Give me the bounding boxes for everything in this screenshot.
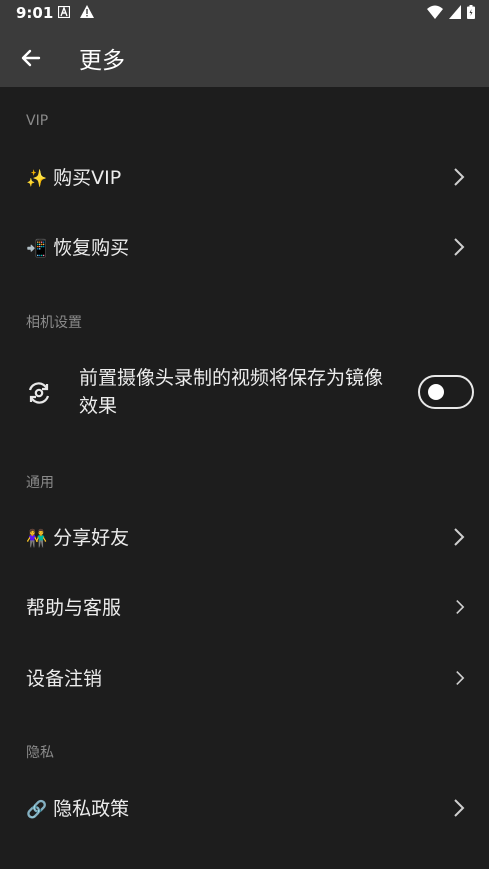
sparkles-icon: ✨	[26, 169, 48, 189]
chevron-right-icon	[454, 238, 465, 256]
privacy-policy-label: 🔗 隐私政策	[26, 798, 130, 820]
back-arrow-icon[interactable]	[18, 45, 44, 71]
help-support-row[interactable]: 帮助与客服	[0, 577, 489, 637]
chevron-right-icon	[454, 799, 465, 817]
page-title: 更多	[79, 48, 125, 74]
chevron-right-icon	[456, 671, 465, 685]
section-label-vip: VIP	[26, 113, 49, 129]
notification-a-icon	[58, 5, 70, 18]
phone-arrow-icon: 📲	[26, 239, 48, 259]
camera-mirror-row: 前置摄像头录制的视频将保存为镜像效果	[0, 354, 489, 434]
status-bar: 9:01	[0, 0, 489, 28]
section-label-general: 通用	[26, 475, 54, 491]
device-deregister-label: 设备注销	[26, 668, 103, 690]
link-icon: 🔗	[26, 800, 48, 820]
chevron-right-icon	[456, 600, 465, 614]
status-time: 9:01	[16, 4, 54, 22]
wifi-icon	[427, 5, 443, 19]
chevron-right-icon	[454, 168, 465, 186]
section-label-camera: 相机设置	[26, 315, 82, 331]
people-icon: 👫	[26, 529, 48, 549]
app-bar: 更多	[0, 28, 489, 87]
camera-flip-icon	[28, 382, 50, 404]
share-friends-label: 👫 分享好友	[26, 527, 130, 549]
camera-mirror-label: 前置摄像头录制的视频将保存为镜像效果	[79, 367, 384, 417]
toggle-knob	[428, 384, 444, 400]
share-friends-row[interactable]: 👫 分享好友	[0, 507, 489, 567]
buy-vip-row[interactable]: ✨ 购买VIP	[0, 147, 489, 207]
device-deregister-row[interactable]: 设备注销	[0, 648, 489, 708]
warning-icon	[80, 5, 94, 18]
help-support-label: 帮助与客服	[26, 597, 122, 619]
restore-purchase-label: 📲 恢复购买	[26, 237, 130, 259]
restore-purchase-row[interactable]: 📲 恢复购买	[0, 217, 489, 277]
buy-vip-label: ✨ 购买VIP	[26, 167, 122, 189]
battery-icon	[467, 5, 475, 19]
privacy-policy-row[interactable]: 🔗 隐私政策	[0, 778, 489, 838]
chevron-right-icon	[454, 528, 465, 546]
section-label-privacy: 隐私	[26, 745, 54, 761]
mirror-toggle[interactable]	[418, 375, 474, 409]
signal-icon	[449, 5, 461, 19]
